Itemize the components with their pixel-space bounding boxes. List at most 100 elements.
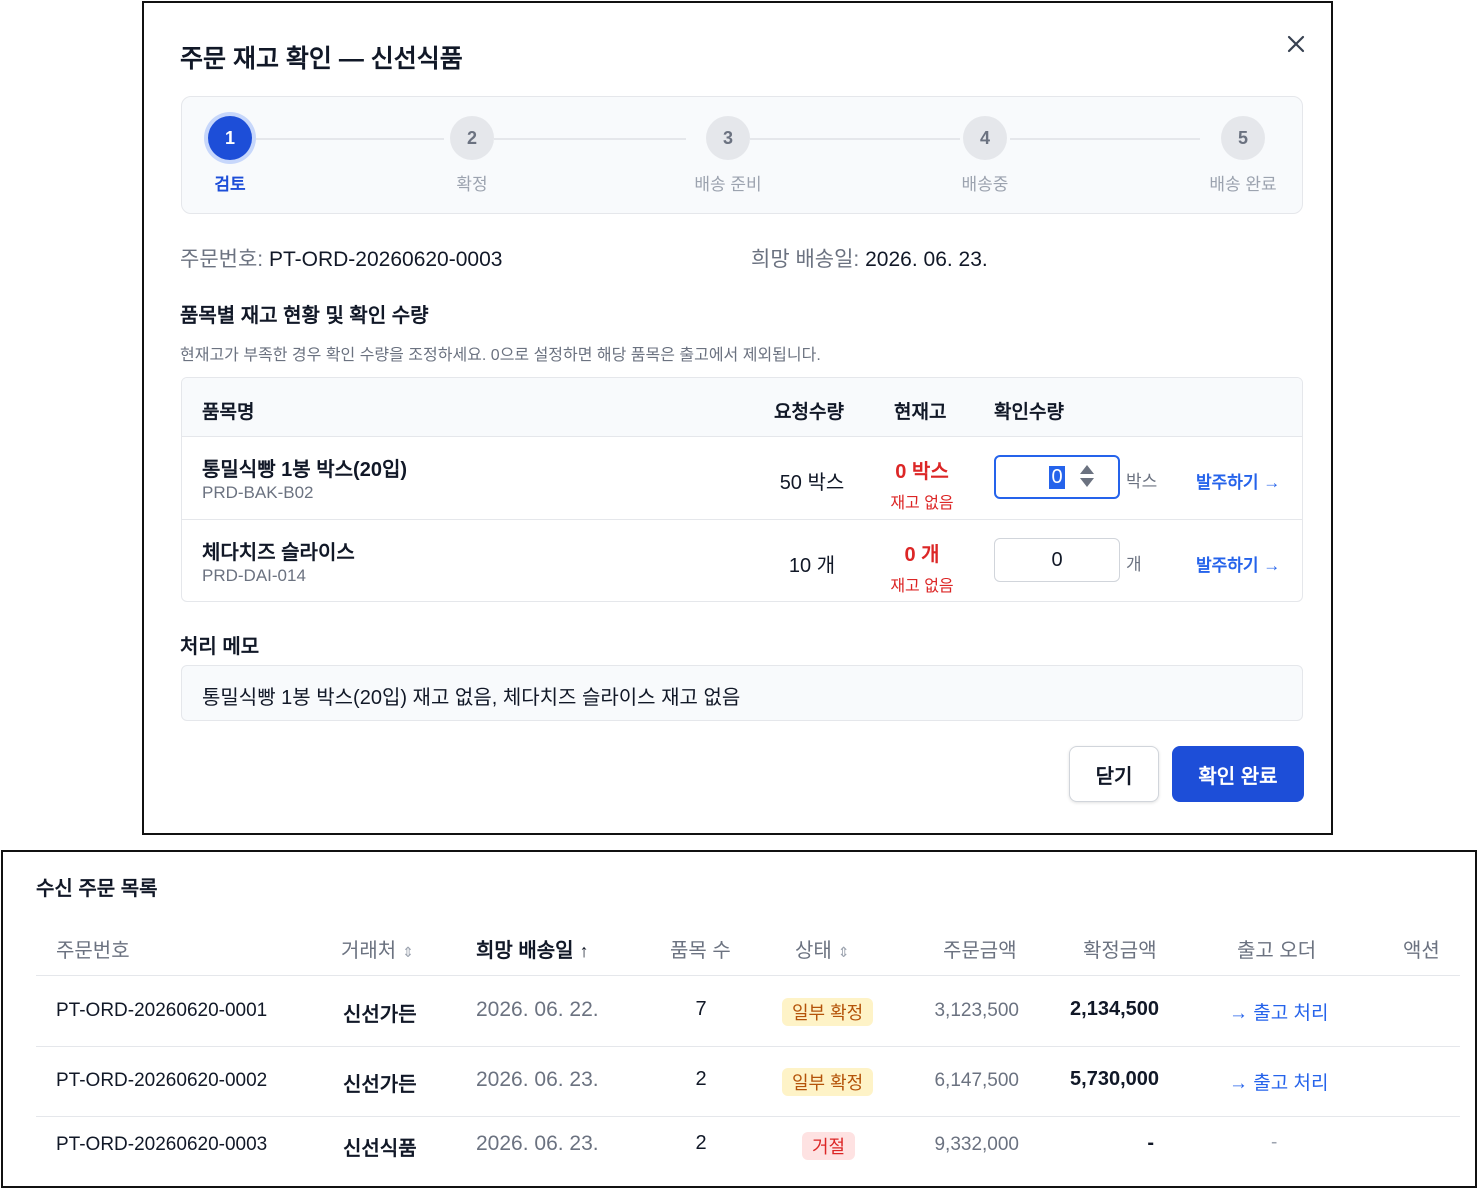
item-unit: 박스 (1126, 472, 1158, 491)
stock-status: 재고 없음 (890, 578, 954, 595)
step-shipping: 4 배송중 (925, 116, 1045, 195)
ship-process-label[interactable]: 출고 처리 (1253, 1073, 1328, 1094)
sort-icon[interactable]: ⇕ (402, 944, 414, 960)
quantity-input[interactable]: 0 (994, 538, 1120, 582)
memo-label: 처리 메모 (180, 636, 260, 658)
order-amount: 6,147,500 (934, 1070, 1019, 1091)
stock-value: 0 박스 (895, 461, 949, 483)
shipping-order-empty: - (1271, 1132, 1278, 1153)
order-id: PT-ORD-20260620-0001 (56, 1000, 268, 1021)
confirmed-amount: - (1147, 1132, 1154, 1154)
stock-status: 재고 없음 (890, 495, 954, 512)
item-code: PRD-BAK-B02 (202, 483, 314, 502)
header-stock: 현재고 (894, 402, 947, 423)
table-header: 품목명 요청수량 현재고 확인수량 (182, 378, 1302, 437)
partner-name: 신선가든 (343, 1004, 417, 1026)
table-row[interactable]: PT-ORD-20260620-0001 신선가든 2026. 06. 22. … (3, 976, 1478, 1046)
header-requested: 요청수량 (774, 402, 844, 423)
order-number-label: 주문번호: (180, 248, 264, 271)
orders-title: 수신 주문 목록 (36, 878, 158, 900)
memo-field[interactable]: 통밀식빵 1봉 박스(20입) 재고 없음, 체다치즈 슬라이스 재고 없음 (181, 665, 1303, 721)
header-order-no: 주문번호 (56, 940, 130, 962)
item-requested: 10 개 (788, 555, 836, 577)
header-confirm: 확인수량 (994, 402, 1064, 423)
order-id: PT-ORD-20260620-0002 (56, 1070, 268, 1091)
header-delivery-date[interactable]: 희망 배송일 ↑ (476, 934, 589, 963)
dialog-title: 주문 재고 확인 — 신선식품 (180, 45, 463, 73)
order-id: PT-ORD-20260620-0003 (56, 1134, 268, 1155)
quantity-stepper[interactable]: 0 (994, 455, 1120, 499)
header-order-amount: 주문금액 (943, 940, 1017, 962)
purchase-order-link[interactable]: 발주하기 → (1196, 468, 1280, 493)
header-status[interactable]: 상태 ⇕ (795, 934, 850, 963)
order-stock-check-dialog: 주문 재고 확인 — 신선식품 1 검토 2 확정 3 배송 준비 4 배송중 … (142, 1, 1333, 835)
arrow-right-icon: → (1229, 1003, 1254, 1024)
step-number: 5 (1221, 116, 1265, 160)
step-number: 2 (450, 116, 494, 160)
header-item-count: 품목 수 (670, 940, 731, 962)
header-action: 액션 (1403, 940, 1440, 962)
header-status-label[interactable]: 상태 (795, 940, 832, 962)
partner-name: 신선가든 (343, 1074, 417, 1096)
table-row[interactable]: PT-ORD-20260620-0003 신선식품 2026. 06. 23. … (3, 1110, 1478, 1180)
item-unit: 개 (1126, 555, 1142, 574)
step-label: 배송 준비 (694, 175, 762, 194)
status-badge: 거절 (802, 1132, 856, 1160)
step-number: 3 (706, 116, 750, 160)
ship-process-link[interactable]: → 출고 처리 (1229, 1068, 1328, 1095)
header-shipping-order: 출고 오더 (1237, 940, 1317, 962)
step-label: 검토 (214, 175, 246, 194)
spin-down-icon[interactable] (1080, 478, 1094, 487)
item-count: 7 (695, 998, 707, 1020)
order-amount: 9,332,000 (934, 1134, 1019, 1155)
sort-ascending-icon[interactable]: ↑ (580, 941, 589, 961)
item-stock: 0 개 재고 없음 (862, 538, 982, 596)
delivery-date: 2026. 06. 23. (476, 1068, 599, 1091)
header-delivery-date-label[interactable]: 희망 배송일 (476, 940, 574, 962)
confirm-complete-button[interactable]: 확인 완료 (1172, 746, 1304, 802)
item-code: PRD-DAI-014 (202, 566, 306, 585)
table-row[interactable]: PT-ORD-20260620-0002 신선가든 2026. 06. 23. … (3, 1046, 1478, 1116)
table-row: 통밀식빵 1봉 박스(20입) PRD-BAK-B02 50 박스 0 박스 재… (182, 437, 1302, 520)
confirmed-amount: 2,134,500 (1070, 998, 1159, 1020)
close-button[interactable]: 닫기 (1069, 746, 1159, 802)
step-number: 1 (208, 116, 252, 160)
received-orders-panel: 수신 주문 목록 주문번호 거래처 ⇕ 희망 배송일 ↑ 품목 수 상태 ⇕ 주문금액… (1, 850, 1477, 1188)
step-label: 배송중 (961, 175, 1009, 194)
order-number-value: PT-ORD-20260620-0003 (268, 248, 503, 271)
delivery-date: 희망 배송일: 2026. 06. 23. (751, 243, 988, 273)
spin-up-icon[interactable] (1080, 465, 1094, 474)
header-partner-label[interactable]: 거래처 (341, 940, 396, 962)
section-title: 품목별 재고 현황 및 확인 수량 (180, 305, 429, 327)
progress-stepper: 1 검토 2 확정 3 배송 준비 4 배송중 5 배송 완료 (181, 96, 1303, 214)
step-label: 확정 (456, 175, 488, 194)
purchase-order-link[interactable]: 발주하기 → (1196, 551, 1280, 576)
table-row: 체다치즈 슬라이스 PRD-DAI-014 10 개 0 개 재고 없음 0 개… (182, 520, 1302, 601)
item-stock: 0 박스 재고 없음 (862, 455, 982, 513)
delivery-date: 2026. 06. 22. (476, 998, 599, 1021)
step-number: 4 (963, 116, 1007, 160)
sort-icon[interactable]: ⇕ (838, 944, 850, 960)
partner-name: 신선식품 (343, 1138, 417, 1160)
header-item-name: 품목명 (202, 402, 255, 423)
section-hint: 현재고가 부족한 경우 확인 수량을 조정하세요. 0으로 설정하면 해당 품목… (180, 347, 821, 364)
delivery-date-label: 희망 배송일: (751, 248, 860, 271)
item-count: 2 (695, 1068, 707, 1090)
item-count: 2 (695, 1132, 707, 1154)
close-icon[interactable] (1279, 27, 1313, 61)
item-name: 체다치즈 슬라이스 (202, 542, 355, 564)
step-review: 1 검토 (170, 116, 290, 195)
step-delivered: 5 배송 완료 (1183, 116, 1303, 195)
header-partner[interactable]: 거래처 ⇕ (341, 934, 414, 963)
delivery-date-value: 2026. 06. 23. (865, 248, 988, 271)
stock-items-table: 품목명 요청수량 현재고 확인수량 통밀식빵 1봉 박스(20입) PRD-BA… (181, 377, 1303, 602)
order-number: 주문번호: PT-ORD-20260620-0003 (180, 243, 502, 273)
quantity-value[interactable]: 0 (1051, 549, 1062, 572)
step-preparing: 3 배송 준비 (668, 116, 788, 195)
order-amount: 3,123,500 (934, 1000, 1019, 1021)
ship-process-link[interactable]: → 출고 처리 (1229, 998, 1328, 1025)
quantity-value[interactable]: 0 (1049, 465, 1065, 489)
ship-process-label[interactable]: 출고 처리 (1253, 1003, 1328, 1024)
spin-buttons[interactable] (1080, 465, 1094, 487)
arrow-right-icon: → (1229, 1073, 1254, 1094)
